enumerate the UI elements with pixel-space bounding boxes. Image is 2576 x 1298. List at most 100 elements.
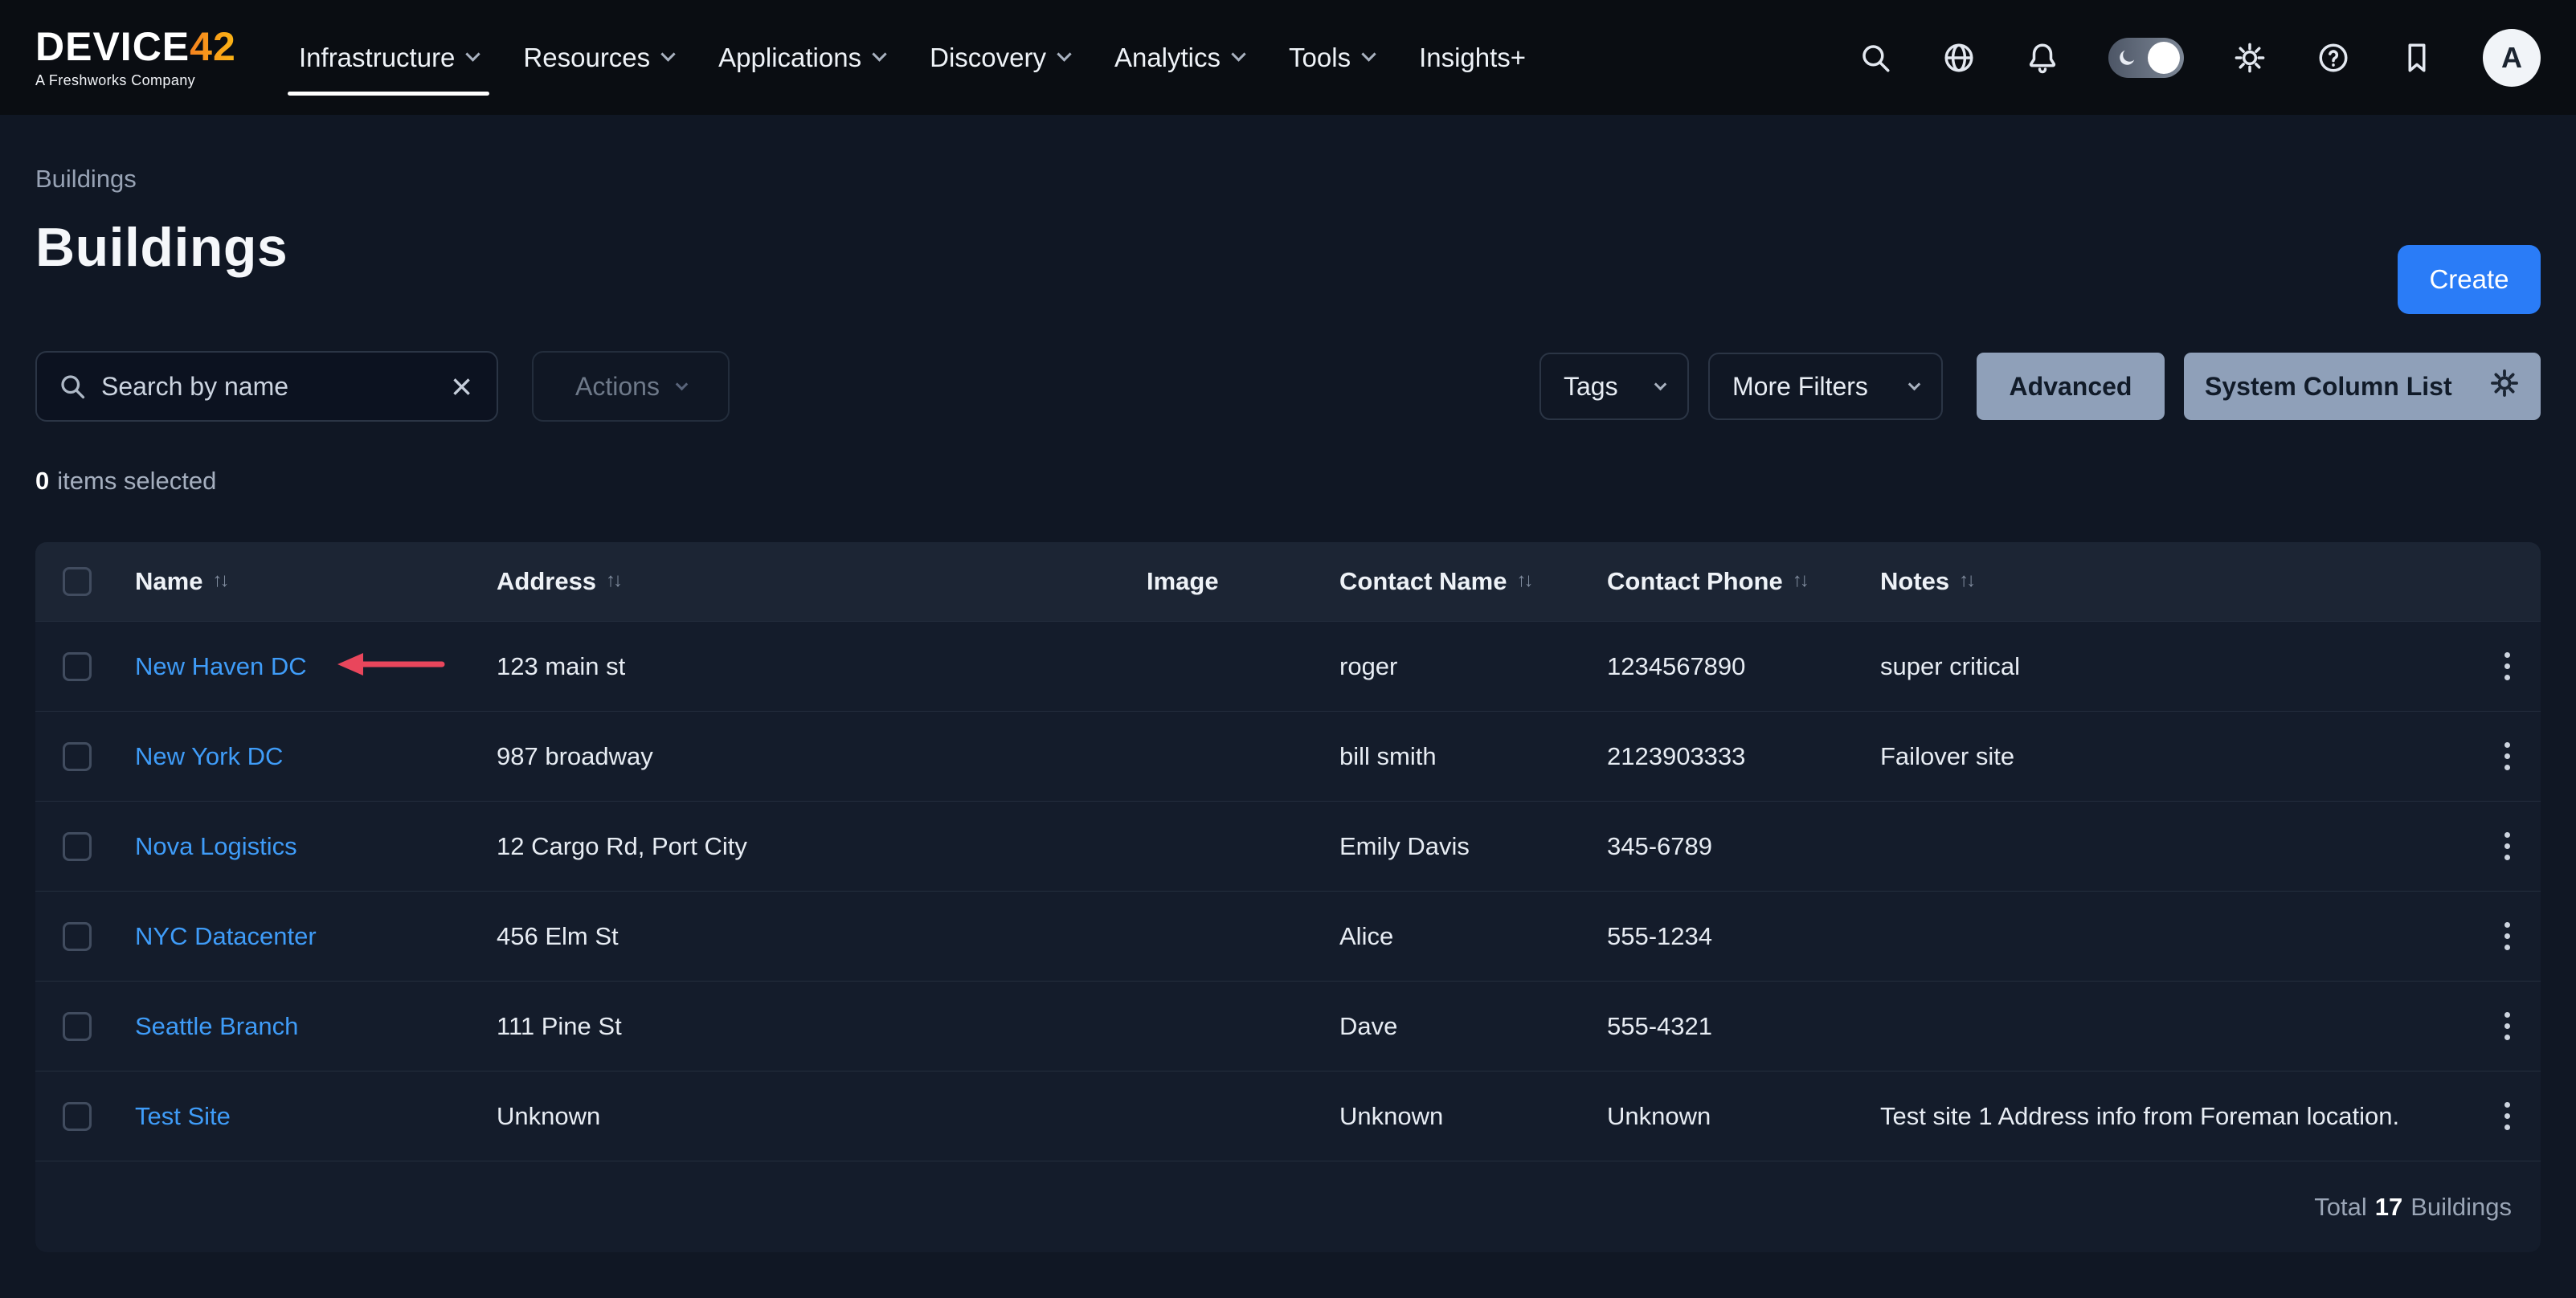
nav-item-infrastructure[interactable]: Infrastructure — [276, 0, 501, 115]
address-cell: 12 Cargo Rd, Port City — [497, 832, 1147, 861]
search-icon[interactable] — [1858, 40, 1893, 76]
row-checkbox[interactable] — [63, 1102, 92, 1131]
search-box[interactable]: × — [35, 351, 498, 422]
notes-cell: Failover site — [1880, 742, 2473, 771]
column-header-contact-name[interactable]: Contact Name↑↓ — [1339, 567, 1607, 596]
total-count: 17 — [2375, 1193, 2402, 1222]
topbar-actions: A — [1858, 29, 2541, 87]
kebab-menu-icon[interactable] — [2498, 736, 2517, 777]
items-selected-status: 0items selected — [35, 467, 2541, 496]
search-icon — [58, 372, 87, 401]
table-body: New Haven DC 123 main st roger 123456789… — [35, 621, 2541, 1161]
page-title: Buildings — [35, 216, 2541, 279]
row-checkbox[interactable] — [63, 832, 92, 861]
kebab-menu-icon[interactable] — [2498, 646, 2517, 687]
chevron-down-icon — [1231, 47, 1245, 61]
kebab-menu-icon[interactable] — [2498, 1006, 2517, 1047]
building-name-link[interactable]: Seattle Branch — [135, 1012, 298, 1040]
table-header-row: Name↑↓ Address↑↓ Image Contact Name↑↓ Co… — [35, 542, 2541, 621]
search-input[interactable] — [101, 372, 433, 402]
kebab-menu-icon[interactable] — [2498, 1096, 2517, 1137]
breadcrumb[interactable]: Buildings — [35, 165, 2541, 194]
gear-icon — [2489, 368, 2520, 405]
column-header-notes[interactable]: Notes↑↓ — [1880, 567, 2473, 596]
settings-gear-icon[interactable] — [2232, 40, 2267, 76]
globe-icon[interactable] — [1941, 40, 1977, 76]
sort-icon[interactable]: ↑↓ — [1516, 569, 1531, 594]
notifications-bell-icon[interactable] — [2025, 40, 2060, 76]
table-row: Seattle Branch 111 Pine St Dave 555-4321 — [35, 981, 2541, 1071]
row-checkbox[interactable] — [63, 652, 92, 681]
filter-toolbar: × Actions Tags More Filters Advanced Sys… — [35, 351, 2541, 422]
kebab-menu-icon[interactable] — [2498, 916, 2517, 957]
building-name-link[interactable]: New Haven DC — [135, 652, 307, 680]
user-avatar[interactable]: A — [2483, 29, 2541, 87]
building-name-link[interactable]: New York DC — [135, 742, 283, 770]
contact-phone-cell: 1234567890 — [1607, 652, 1880, 681]
contact-phone-cell: 2123903333 — [1607, 742, 1880, 771]
dark-mode-toggle[interactable] — [2108, 38, 2184, 78]
row-checkbox[interactable] — [63, 742, 92, 771]
bookmark-icon[interactable] — [2399, 40, 2435, 76]
buildings-table: Name↑↓ Address↑↓ Image Contact Name↑↓ Co… — [35, 542, 2541, 1252]
more-filters-dropdown[interactable]: More Filters — [1708, 353, 1943, 420]
create-button[interactable]: Create — [2398, 245, 2541, 314]
nav-item-discovery[interactable]: Discovery — [907, 0, 1092, 115]
nav-item-insights[interactable]: Insights+ — [1396, 0, 1548, 115]
kebab-menu-icon[interactable] — [2498, 826, 2517, 867]
page-header: Buildings Buildings Create — [35, 165, 2541, 279]
building-name-link[interactable]: Nova Logistics — [135, 832, 297, 860]
select-all-checkbox[interactable] — [63, 567, 92, 596]
total-entity: Buildings — [2410, 1193, 2512, 1222]
row-checkbox[interactable] — [63, 1012, 92, 1041]
contact-name-cell: bill smith — [1339, 742, 1607, 771]
sort-icon[interactable]: ↑↓ — [212, 569, 227, 594]
system-column-list-button[interactable]: System Column List — [2184, 353, 2541, 420]
device42-logo[interactable]: DEVICE42 A Freshworks Company — [35, 27, 244, 89]
advanced-button[interactable]: Advanced — [1977, 353, 2165, 420]
help-icon[interactable] — [2316, 40, 2351, 76]
column-header-image: Image — [1147, 567, 1339, 596]
address-cell: 456 Elm St — [497, 922, 1147, 951]
tags-dropdown[interactable]: Tags — [1539, 353, 1689, 420]
actions-dropdown[interactable]: Actions — [532, 351, 730, 422]
contact-phone-cell: 555-1234 — [1607, 922, 1880, 951]
logo-wordmark: DEVICE42 — [35, 27, 244, 67]
sort-icon[interactable]: ↑↓ — [606, 569, 620, 594]
contact-name-cell: roger — [1339, 652, 1607, 681]
chevron-down-icon — [1654, 378, 1667, 390]
contact-name-cell: Alice — [1339, 922, 1607, 951]
chevron-down-icon — [660, 47, 675, 61]
row-checkbox[interactable] — [63, 922, 92, 951]
toggle-knob — [2148, 42, 2180, 74]
logo-subtitle: A Freshworks Company — [35, 72, 244, 89]
table-row: New Haven DC 123 main st roger 123456789… — [35, 621, 2541, 711]
contact-name-cell: Emily Davis — [1339, 832, 1607, 861]
table-footer: Total 17 Buildings — [35, 1161, 2541, 1252]
sort-icon[interactable]: ↑↓ — [1793, 569, 1807, 594]
nav-item-applications[interactable]: Applications — [696, 0, 907, 115]
primary-nav: Infrastructure Resources Applications Di… — [276, 0, 1548, 115]
chevron-down-icon — [1057, 47, 1071, 61]
table-row: Test Site Unknown Unknown Unknown Test s… — [35, 1071, 2541, 1161]
table-row: NYC Datacenter 456 Elm St Alice 555-1234 — [35, 891, 2541, 981]
column-header-name[interactable]: Name↑↓ — [135, 567, 497, 596]
nav-item-resources[interactable]: Resources — [501, 0, 696, 115]
clear-search-icon[interactable]: × — [448, 368, 476, 405]
chevron-down-icon — [1361, 47, 1376, 61]
total-label: Total — [2314, 1193, 2366, 1222]
nav-item-tools[interactable]: Tools — [1266, 0, 1396, 115]
contact-name-cell: Unknown — [1339, 1102, 1607, 1131]
nav-item-analytics[interactable]: Analytics — [1092, 0, 1266, 115]
building-name-link[interactable]: Test Site — [135, 1102, 231, 1130]
notes-cell: super critical — [1880, 652, 2473, 681]
selected-count: 0 — [35, 467, 49, 495]
building-name-link[interactable]: NYC Datacenter — [135, 922, 317, 950]
column-header-address[interactable]: Address↑↓ — [497, 567, 1147, 596]
address-cell: Unknown — [497, 1102, 1147, 1131]
contact-name-cell: Dave — [1339, 1012, 1607, 1041]
column-header-contact-phone[interactable]: Contact Phone↑↓ — [1607, 567, 1880, 596]
chevron-down-icon — [676, 378, 689, 390]
address-cell: 123 main st — [497, 652, 1147, 681]
sort-icon[interactable]: ↑↓ — [1959, 569, 1973, 594]
